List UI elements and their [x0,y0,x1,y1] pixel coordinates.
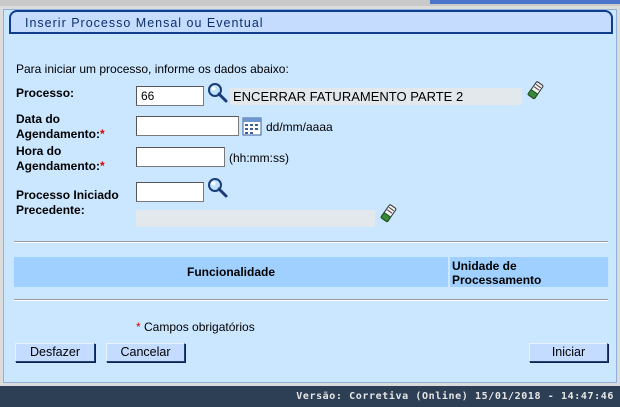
page-title: Inserir Processo Mensal ou Eventual [25,16,264,30]
data-format-hint: dd/mm/aaaa [266,120,333,134]
magnifier-icon[interactable] [206,177,230,199]
title-bar: Inserir Processo Mensal ou Eventual [9,10,613,34]
data-agendamento-input[interactable] [136,116,239,136]
processo-description: ENCERRAR FATURAMENTO PARTE 2 [230,88,522,105]
top-accent [430,0,620,4]
cancelar-button[interactable]: Cancelar [106,343,185,362]
eraser-icon[interactable] [379,204,397,224]
intro-text: Para iniciar um processo, informe os dad… [16,62,289,76]
divider [14,299,608,301]
desfazer-button[interactable]: Desfazer [15,343,95,362]
hora-format-hint: (hh:mm:ss) [229,151,289,165]
divider [14,241,608,243]
hora-agendamento-input[interactable] [136,147,225,167]
processo-input[interactable] [136,86,204,106]
magnifier-icon[interactable] [206,82,230,104]
required-mark: * [100,159,105,173]
processo-precedente-label-line1: Processo Iniciado [16,188,119,202]
hora-agendamento-label-line1: Hora do [16,144,62,158]
processo-label: Processo: [16,86,75,100]
required-note: * Campos obrigatórios [136,320,255,334]
processo-precedente-description [136,210,375,227]
required-mark: * [100,127,105,141]
hora-agendamento-label-line2: Agendamento: [16,159,100,173]
table-header: Funcionalidade Unidade de Processamento [14,257,608,287]
column-separator [448,257,450,287]
hora-agendamento-label-line2-wrap: Agendamento:* [16,159,105,174]
data-agendamento-label-line2-wrap: Agendamento:* [16,127,105,142]
hora-agendamento-label: Hora do Agendamento:* [16,144,105,174]
data-agendamento-label-line2: Agendamento: [16,127,100,141]
top-bar [0,0,620,6]
version-info: Versão: Corretiva (Online) 15/01/2018 - … [296,391,614,402]
column-funcionalidade: Funcionalidade [186,265,275,279]
processo-precedente-label: Processo Iniciado Precedente: [16,188,119,218]
processo-precedente-input[interactable] [136,182,204,202]
calendar-icon[interactable] [242,116,262,136]
footer-bar: Versão: Corretiva (Online) 15/01/2018 - … [0,386,620,407]
column-unidade-processamento: Unidade de Processamento [452,259,542,287]
eraser-icon[interactable] [526,81,544,101]
processo-precedente-label-line2: Precedente: [16,203,85,217]
data-agendamento-label-line1: Data do [16,112,61,126]
iniciar-button[interactable]: Iniciar [529,343,608,362]
required-note-text: Campos obrigatórios [140,320,255,334]
data-agendamento-label: Data do Agendamento:* [16,112,105,142]
